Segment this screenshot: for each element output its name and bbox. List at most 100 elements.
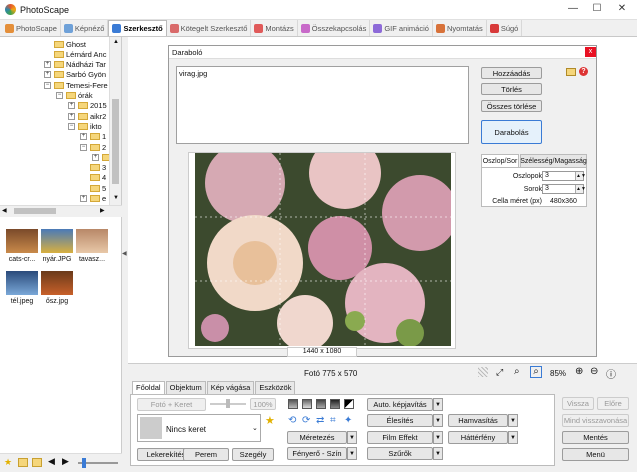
style-swatch-1[interactable] <box>288 399 298 409</box>
filters-button[interactable]: Szűrők <box>367 447 433 460</box>
expand-toggle-icon[interactable]: − <box>68 122 75 130</box>
expand-toggle-icon[interactable]: + <box>68 112 75 120</box>
expand-toggle-icon[interactable]: − <box>44 81 51 89</box>
columns-input[interactable]: 3 ▲▼ <box>542 171 586 181</box>
style-swatch-2[interactable] <box>302 399 312 409</box>
crop-icon[interactable]: ⌗ <box>330 415 336 426</box>
tab-5[interactable]: Összekapcsolás <box>298 20 371 36</box>
washed-dropdown[interactable]: ▼ <box>508 414 518 427</box>
frame-slider[interactable] <box>210 399 246 408</box>
corners-button[interactable]: Szegély <box>232 448 274 461</box>
backlight-button[interactable]: Háttérfény <box>448 431 508 444</box>
tree-item[interactable]: 3 <box>80 163 106 173</box>
tab-1[interactable]: Képnéző <box>61 20 109 36</box>
editor-tab-2[interactable]: Kép vágása <box>206 381 255 394</box>
rotate-left-icon[interactable]: ⟲ <box>288 415 296 426</box>
zoom-out-icon[interactable]: ⊖ <box>590 366 598 377</box>
tab-6[interactable]: GIF animáció <box>370 20 433 36</box>
zoom-actual-icon[interactable]: ⌕ <box>530 366 542 378</box>
tree-item[interactable]: + aikr2 <box>68 111 106 121</box>
style-swatch-4[interactable] <box>330 399 340 409</box>
expand-toggle-icon[interactable]: + <box>80 195 87 202</box>
resize-dropdown[interactable]: ▼ <box>347 431 357 444</box>
help-icon[interactable]: ? <box>579 67 588 76</box>
expand-toggle-icon[interactable]: + <box>44 61 51 69</box>
tab-0[interactable]: PhotoScape <box>2 20 61 36</box>
chevron-down-icon[interactable]: ⌄ <box>252 424 258 432</box>
close-button[interactable]: ✕ <box>612 3 632 17</box>
tree-item[interactable]: 4 <box>80 173 106 183</box>
brightness-button[interactable]: Fényerő - Szín <box>287 447 347 460</box>
open-folder-icon[interactable] <box>566 68 576 76</box>
tree-item[interactable]: 5 <box>80 183 106 193</box>
film-effect-dropdown[interactable]: ▼ <box>433 431 443 444</box>
tree-item[interactable]: −2 <box>80 142 106 152</box>
thumbnail-image[interactable] <box>76 229 108 253</box>
tree-item[interactable]: Lérnárd Anc <box>44 49 106 59</box>
editor-tab-3[interactable]: Eszközök <box>255 381 296 394</box>
sharpen-button[interactable]: Élesítés <box>367 414 433 427</box>
thumbnail-image[interactable] <box>6 229 38 253</box>
zoom-in-icon[interactable]: ⊕ <box>575 366 583 377</box>
tree-item[interactable]: + Sarbó Gyön <box>44 70 106 80</box>
thumbnail-image[interactable] <box>41 271 73 295</box>
washed-button[interactable]: Hamvasítás <box>448 414 508 427</box>
flip-icon[interactable]: ⇄ <box>316 415 324 426</box>
frame-select[interactable]: Nincs keret ⌄ <box>137 414 261 442</box>
percent-box[interactable]: 100% <box>250 398 276 410</box>
tree-vertical-scrollbar[interactable]: ▲ ▼ <box>109 37 121 205</box>
margin-button[interactable]: Perem <box>183 448 229 461</box>
tab-3[interactable]: Kötegelt Szerkesztő <box>167 20 252 36</box>
back-icon[interactable]: ◀ <box>48 456 55 467</box>
dialog-close-button[interactable]: x <box>585 47 596 57</box>
tab-4[interactable]: Montázs <box>251 20 298 36</box>
editor-tab-0[interactable]: Főoldal <box>132 381 165 394</box>
file-list[interactable]: virag.jpg <box>176 66 469 144</box>
thumbnail-panel[interactable]: cats-cr... nyár.JPG tavasz... tél.jpeg ősz.j… <box>0 217 122 453</box>
favorite-star-icon[interactable]: ★ <box>265 414 275 427</box>
rows-input[interactable]: 3 ▲▼ <box>542 184 586 194</box>
expand-toggle-icon[interactable]: − <box>80 143 87 151</box>
auto-level-button[interactable]: Auto. képjavítás <box>367 398 433 411</box>
filters-dropdown[interactable]: ▼ <box>433 447 443 460</box>
thumbnail-image[interactable] <box>6 271 38 295</box>
tree-item[interactable]: +2015 <box>68 101 107 111</box>
tab-8[interactable]: Súgó <box>487 20 523 36</box>
fx-icon[interactable]: ✦ <box>344 415 352 426</box>
brightness-dropdown[interactable]: ▼ <box>347 447 357 460</box>
photo-frame-button[interactable]: Fotó + Keret <box>137 398 206 411</box>
thumb-size-slider[interactable] <box>78 458 118 468</box>
scroll-up-icon[interactable]: ▲ <box>113 39 119 45</box>
undo-all-button[interactable]: Mind visszavonása <box>562 414 629 427</box>
tree-horizontal-scrollbar[interactable]: ◀ ▶ <box>0 205 122 216</box>
film-effect-button[interactable]: Film Effekt <box>367 431 433 444</box>
add-button[interactable]: Hozzáadás <box>481 67 542 79</box>
undo-button[interactable]: Vissza <box>562 397 594 410</box>
slider-handle[interactable] <box>226 399 230 408</box>
scroll-thumb[interactable] <box>112 99 119 184</box>
rotate-right-icon[interactable]: ⟳ <box>302 415 310 426</box>
backlight-dropdown[interactable]: ▼ <box>508 431 518 444</box>
cut-button[interactable]: Darabolás <box>481 120 542 144</box>
auto-level-dropdown[interactable]: ▼ <box>433 398 443 411</box>
scroll-left-icon[interactable]: ◀ <box>2 207 7 214</box>
save-button[interactable]: Mentés <box>562 431 629 444</box>
expand-toggle-icon[interactable]: + <box>44 71 51 79</box>
resize-button[interactable]: Méretezés <box>287 431 347 444</box>
expand-toggle-icon[interactable]: + <box>80 133 87 141</box>
folder-tree[interactable]: Ghost Lérnárd Anc + Nádházi Tar + Sarbó Gyön −… <box>0 37 122 205</box>
tree-item[interactable]: − Temesi-Fere <box>44 80 108 90</box>
favorites-icon[interactable] <box>18 458 28 467</box>
tab-7[interactable]: Nyomtatás <box>433 20 487 36</box>
folder-icon[interactable] <box>32 458 42 467</box>
tab-rowcol[interactable]: Oszlop/Sor <box>481 154 519 167</box>
spinner-arrows-icon[interactable]: ▲▼ <box>575 185 586 193</box>
tree-item[interactable]: + Nádházi Tar <box>44 60 106 70</box>
scroll-down-icon[interactable]: ▼ <box>113 195 119 201</box>
menu-button[interactable]: Menü <box>562 448 629 461</box>
style-swatch-3[interactable] <box>316 399 326 409</box>
editor-tab-1[interactable]: Objektum <box>165 381 206 394</box>
fit-icon[interactable]: ⤢ <box>496 367 503 378</box>
tree-item[interactable]: − órák <box>56 91 93 101</box>
expand-toggle-icon[interactable]: + <box>92 153 99 161</box>
